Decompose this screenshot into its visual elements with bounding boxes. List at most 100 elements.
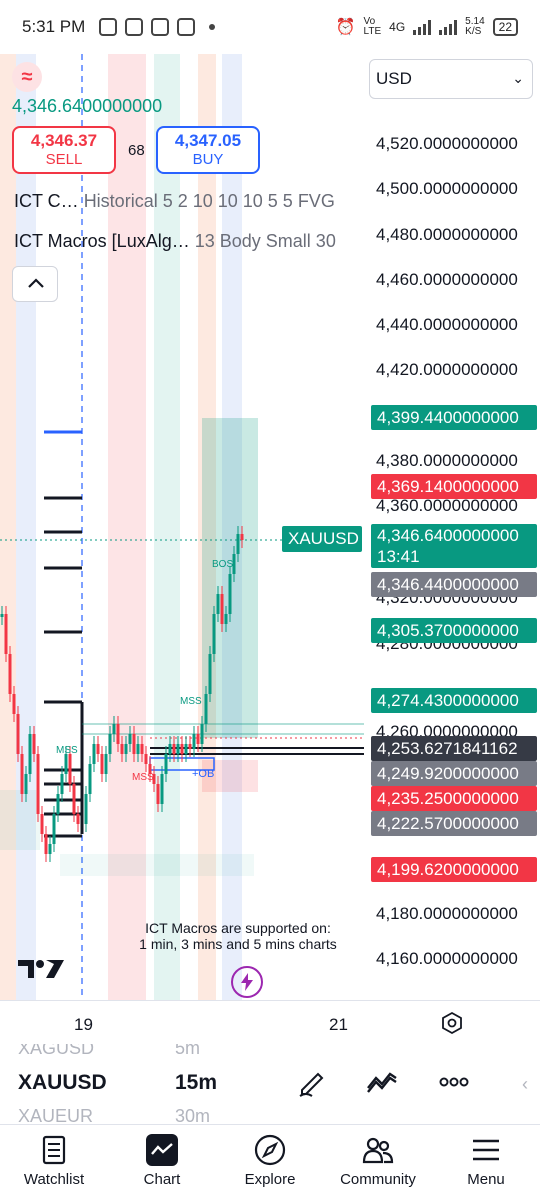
candle-body xyxy=(136,744,140,754)
candle-body xyxy=(100,754,104,774)
candle-body xyxy=(52,814,56,844)
indicator-name: ICT Macros [LuxAlg… xyxy=(14,231,190,251)
candle-body xyxy=(56,794,60,814)
candle-body xyxy=(128,734,132,744)
candle-body xyxy=(192,734,196,749)
candle-body xyxy=(208,654,212,694)
nav-community[interactable]: Community xyxy=(324,1125,432,1200)
picker-symbol-below[interactable]: XAUEUR xyxy=(18,1106,93,1124)
candle-body xyxy=(180,744,184,754)
buy-price: 4,347.05 xyxy=(174,131,242,150)
community-icon xyxy=(362,1137,394,1164)
nav-explore[interactable]: Explore xyxy=(216,1125,324,1200)
price-tag: 4,249.9200000000 xyxy=(371,761,537,786)
chevron-up-icon xyxy=(28,278,44,288)
buy-label: BUY xyxy=(192,151,224,168)
time-label: 19 xyxy=(74,1015,93,1034)
menu-icon xyxy=(473,1139,499,1161)
macro-note-line: ICT Macros are supported on: xyxy=(145,920,331,936)
candle-body xyxy=(216,594,220,614)
candle-body xyxy=(200,724,204,744)
candle-body xyxy=(96,744,100,754)
candle-body xyxy=(164,754,168,774)
chart-icon xyxy=(146,1134,178,1166)
lightning-icon xyxy=(241,973,253,991)
nav-chart[interactable]: Chart xyxy=(108,1125,216,1200)
price-tick: 4,480.0000000000 xyxy=(376,225,518,244)
candle-body xyxy=(132,734,136,754)
candle-body xyxy=(104,754,108,774)
more-options-icon[interactable] xyxy=(438,1066,470,1098)
collapse-legend-button[interactable] xyxy=(12,266,58,302)
nav-watchlist[interactable]: Watchlist xyxy=(0,1125,108,1200)
indicator-params: Historical 5 2 10 10 10 5 5 FVG xyxy=(83,191,335,211)
spread-value: 68 xyxy=(128,142,145,159)
instagram-icon xyxy=(99,18,118,36)
candle-body xyxy=(0,614,4,617)
price-tag: 4,369.1400000000 xyxy=(371,474,537,499)
draw-pencil-icon[interactable] xyxy=(296,1066,328,1098)
fvg-zone xyxy=(0,790,40,850)
indicator-legend-ict-macros[interactable]: ICT Macros [LuxAlg… 13 Body Small 30 xyxy=(14,231,358,252)
price-tick: 4,500.0000000000 xyxy=(376,179,518,198)
system-icons: ⏰ Vo LTE 4G 5.14 K/S 22 xyxy=(336,17,518,37)
candle-body xyxy=(40,814,44,834)
sell-button[interactable]: 4,346.37 SELL xyxy=(12,126,116,174)
price-tick: 4,360.0000000000 xyxy=(376,496,518,515)
candle-body xyxy=(20,754,24,794)
last-price-value: 4,346.6400000000 xyxy=(377,526,519,545)
picker-interval-below[interactable]: 30m xyxy=(175,1106,210,1124)
candle-body xyxy=(172,744,176,754)
compass-icon xyxy=(254,1134,286,1166)
current-symbol[interactable]: XAUUSD xyxy=(18,1071,107,1095)
price-tick: 4,160.0000000000 xyxy=(376,949,518,968)
symbol-logo-icon[interactable]: ≈ xyxy=(12,62,42,92)
picker-symbol-above[interactable]: XAGUSD xyxy=(18,1044,94,1059)
symbol-interval-picker[interactable]: XAGUSD 5m XAUUSD 15m XAUEUR 30m ‹ xyxy=(0,1044,540,1124)
candle-body xyxy=(36,754,40,814)
candle-body xyxy=(196,734,200,744)
reset-scale-icon[interactable] xyxy=(440,1011,464,1035)
price-tick: 4,440.0000000000 xyxy=(376,315,518,334)
nav-label: Watchlist xyxy=(23,1171,85,1188)
message-icon xyxy=(125,18,144,36)
candle-body xyxy=(188,744,192,749)
indicator-legend-ict-concepts[interactable]: ICT C… Historical 5 2 10 10 10 5 5 FVG xyxy=(14,191,358,212)
lightning-button[interactable] xyxy=(231,966,263,998)
chevron-left-icon[interactable]: ‹ xyxy=(522,1074,528,1095)
picker-interval-above[interactable]: 5m xyxy=(175,1044,200,1059)
mss-label: MSS xyxy=(180,696,202,707)
candle-body xyxy=(88,764,92,794)
currency-select[interactable]: USD ⌄ xyxy=(369,59,533,99)
sell-label: SELL xyxy=(45,151,83,168)
bottom-nav: Watchlist Chart Explore Community Menu xyxy=(0,1124,540,1200)
price-tag: 4,235.2500000000 xyxy=(371,786,537,811)
candle-body xyxy=(64,754,68,774)
current-interval[interactable]: 15m xyxy=(175,1071,217,1095)
nav-menu[interactable]: Menu xyxy=(432,1125,540,1200)
buy-button[interactable]: 4,347.05 BUY xyxy=(156,126,260,174)
price-tag: 4,199.6200000000 xyxy=(371,857,537,882)
indicators-icon[interactable] xyxy=(366,1066,398,1098)
nav-label: Menu xyxy=(467,1171,505,1188)
time-axis[interactable]: 19 21 xyxy=(0,1000,540,1044)
message-icon xyxy=(177,18,196,36)
watchlist-icon xyxy=(42,1135,66,1165)
price-tick: 4,380.0000000000 xyxy=(376,451,518,470)
candle-body xyxy=(156,784,160,804)
candle-body xyxy=(32,734,36,754)
price-tag: 4,399.4400000000 xyxy=(371,405,537,430)
candle-body xyxy=(68,754,72,784)
candle-body xyxy=(72,784,76,814)
price-tag: 4,253.6271841162 xyxy=(371,736,537,761)
tradingview-logo-icon[interactable] xyxy=(18,958,64,980)
candle-body xyxy=(92,744,96,764)
more-dot-icon xyxy=(209,24,216,30)
symbol-price-tag: XAUUSD xyxy=(282,526,362,552)
nav-label: Community xyxy=(340,1171,416,1188)
candle-body xyxy=(48,844,52,854)
clock: 5:31 PM xyxy=(22,17,86,36)
sell-price: 4,346.37 xyxy=(30,131,98,150)
price-tick: 4,180.0000000000 xyxy=(376,904,518,923)
candle-body xyxy=(112,724,116,734)
